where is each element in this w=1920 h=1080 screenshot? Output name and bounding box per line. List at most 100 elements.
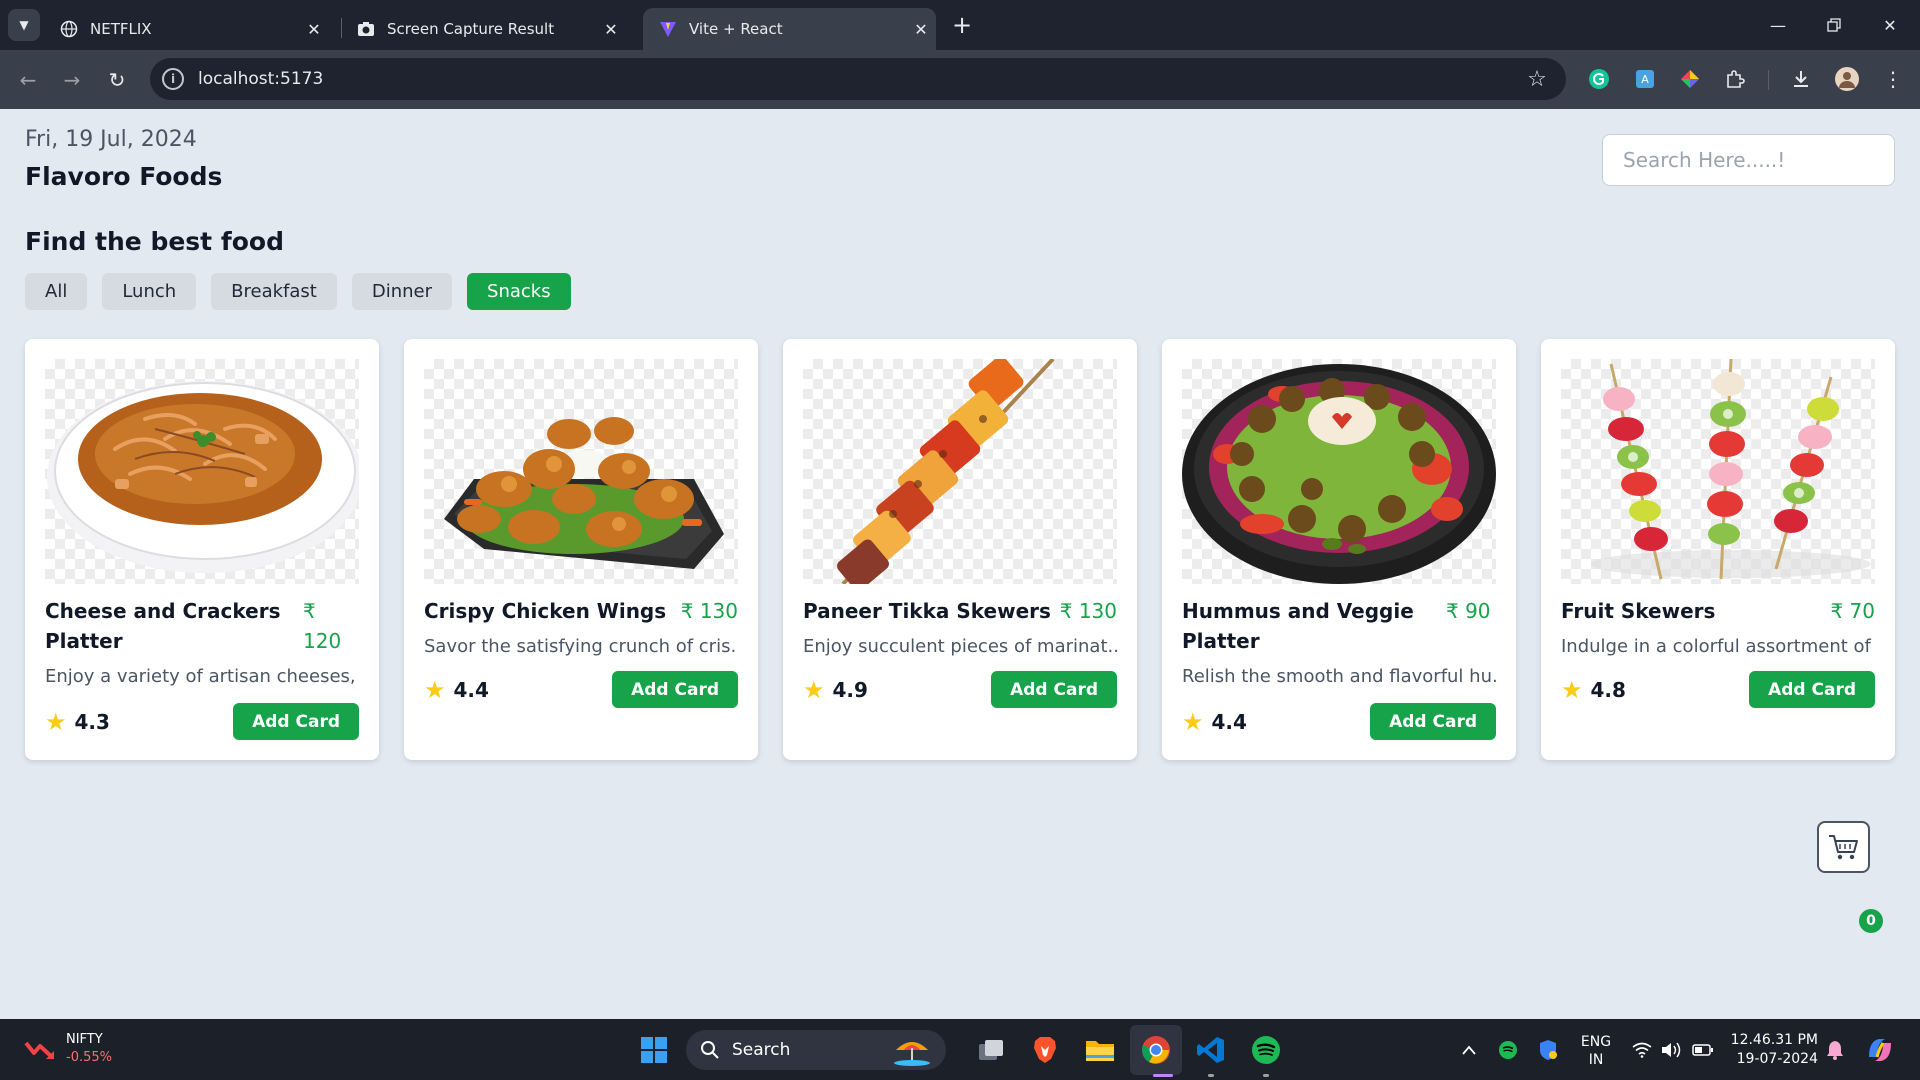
wifi-icon[interactable] xyxy=(1630,1019,1654,1080)
food-name: Hummus and Veggie Platter xyxy=(1182,599,1414,653)
windows-start-icon[interactable] xyxy=(637,1033,671,1067)
clock-date: 19-07-2024 xyxy=(1736,1051,1818,1067)
search-input[interactable] xyxy=(1602,134,1895,186)
star-icon: ★ xyxy=(1182,707,1204,736)
toolbar-divider xyxy=(1768,70,1769,90)
category-filters: All Lunch Breakfast Dinner Snacks xyxy=(25,273,571,310)
bookmark-star-icon[interactable]: ☆ xyxy=(1522,67,1552,92)
volume-icon[interactable] xyxy=(1660,1019,1684,1080)
spotify-icon[interactable] xyxy=(1249,1033,1283,1067)
brave-browser-icon[interactable] xyxy=(1028,1033,1062,1067)
taskbar-search-label: Search xyxy=(732,1040,791,1060)
close-icon[interactable]: ✕ xyxy=(596,20,626,39)
reload-icon[interactable]: ↻ xyxy=(101,64,133,96)
battery-icon[interactable] xyxy=(1690,1019,1716,1080)
tab-screen-capture[interactable]: Screen Capture Result ✕ xyxy=(341,8,626,50)
add-to-cart-button[interactable]: Add Card xyxy=(1370,703,1496,740)
food-price: ₹ 70 xyxy=(1830,599,1875,623)
translate-extension-icon[interactable]: A xyxy=(1632,66,1658,92)
beach-umbrella-icon xyxy=(894,1042,930,1066)
add-to-cart-button[interactable]: Add Card xyxy=(233,703,359,740)
filter-breakfast[interactable]: Breakfast xyxy=(211,273,337,310)
notification-bell-icon[interactable] xyxy=(1822,1019,1848,1080)
active-app-indicator xyxy=(1153,1074,1173,1077)
language-indicator[interactable]: ENG IN xyxy=(1578,1033,1614,1069)
shopping-cart-icon xyxy=(1828,835,1858,860)
window-close-icon[interactable]: ✕ xyxy=(1862,0,1918,50)
url-text[interactable]: localhost:5173 xyxy=(198,69,1522,89)
back-arrow-icon[interactable]: ← xyxy=(12,64,44,96)
close-icon[interactable]: ✕ xyxy=(299,20,329,39)
add-to-cart-button[interactable]: Add Card xyxy=(1749,671,1875,708)
food-name: Fruit Skewers xyxy=(1561,599,1716,623)
food-price: ₹ 130 xyxy=(1059,599,1117,623)
new-tab-plus-icon[interactable]: + xyxy=(947,10,977,40)
close-icon[interactable]: ✕ xyxy=(906,20,936,39)
clock-time: 12.46.31 PM xyxy=(1730,1032,1818,1048)
stock-down-icon xyxy=(24,1041,54,1059)
profile-avatar[interactable] xyxy=(1834,66,1860,92)
food-card: Cheese and Crackers Platter ₹ 120 Enjoy … xyxy=(25,339,379,760)
star-icon: ★ xyxy=(803,675,825,704)
running-app-indicator xyxy=(1208,1074,1214,1077)
file-explorer-icon[interactable] xyxy=(1083,1033,1117,1067)
food-rating: ★ 4.3 xyxy=(45,708,110,736)
globe-icon xyxy=(60,20,78,38)
food-image-soup-bowl xyxy=(45,359,359,584)
food-name: Paneer Tikka Skewers xyxy=(803,599,1051,623)
region-code: IN xyxy=(1588,1052,1604,1068)
food-card: Paneer Tikka Skewers ₹ 130 Enjoy succule… xyxy=(783,339,1137,760)
grammarly-icon[interactable] xyxy=(1586,66,1612,92)
food-description: Savor the satisfying crunch of cris... xyxy=(424,636,738,657)
food-rating: ★ 4.4 xyxy=(424,676,489,704)
tab-search-chevron-icon[interactable]: ▼ xyxy=(8,9,40,41)
kebab-menu-icon[interactable]: ⋮ xyxy=(1880,66,1906,92)
food-price: ₹ 90 xyxy=(1446,599,1491,623)
tray-chevron-up-icon[interactable] xyxy=(1458,1019,1480,1080)
taskbar-search[interactable]: Search xyxy=(686,1030,946,1070)
rating-value: 4.4 xyxy=(1211,709,1247,734)
download-icon[interactable] xyxy=(1788,66,1814,92)
food-card: Crispy Chicken Wings ₹ 130 Savor the sat… xyxy=(404,339,758,760)
stock-widget[interactable]: NIFTY -0.55% xyxy=(24,1031,112,1067)
chrome-icon[interactable] xyxy=(1139,1033,1173,1067)
tray-spotify-icon[interactable] xyxy=(1496,1019,1520,1080)
rating-value: 4.8 xyxy=(1590,677,1626,702)
copilot-icon[interactable] xyxy=(1862,1019,1898,1080)
tab-netflix[interactable]: NETFLIX ✕ xyxy=(44,8,329,50)
address-bar[interactable]: i localhost:5173 ☆ xyxy=(150,58,1566,100)
system-clock[interactable]: 12.46.31 PM 19-07-2024 xyxy=(1730,1031,1818,1069)
filter-dinner[interactable]: Dinner xyxy=(351,273,453,310)
tab-vite-react[interactable]: Vite + React ✕ xyxy=(643,8,936,50)
vscode-icon[interactable] xyxy=(1194,1033,1228,1067)
camera-icon xyxy=(357,20,375,38)
rating-value: 4.9 xyxy=(832,677,868,702)
star-icon: ★ xyxy=(45,707,67,736)
rating-value: 4.3 xyxy=(74,709,110,734)
tray-security-shield-icon[interactable] xyxy=(1536,1019,1560,1080)
minimize-icon[interactable]: — xyxy=(1750,0,1806,50)
color-picker-extension-icon[interactable] xyxy=(1677,66,1703,92)
star-icon: ★ xyxy=(424,675,446,704)
food-image-chicken-wings-platter xyxy=(424,359,738,584)
filter-lunch[interactable]: Lunch xyxy=(102,273,197,310)
filter-snacks[interactable]: Snacks xyxy=(467,273,571,310)
site-info-icon[interactable]: i xyxy=(162,68,184,90)
restore-icon[interactable] xyxy=(1806,0,1862,50)
stock-name: NIFTY xyxy=(66,1032,103,1047)
food-description: Enjoy succulent pieces of marinat... xyxy=(803,636,1117,657)
forward-arrow-icon[interactable]: → xyxy=(56,64,88,96)
filter-all[interactable]: All xyxy=(25,273,88,310)
task-view-icon[interactable] xyxy=(974,1033,1008,1067)
food-description: Indulge in a colorful assortment of ... xyxy=(1561,636,1875,657)
cart-button[interactable] xyxy=(1817,821,1870,873)
food-price: ₹ 130 xyxy=(680,599,738,623)
food-image-hummus-platter xyxy=(1182,359,1496,584)
add-to-cart-button[interactable]: Add Card xyxy=(991,671,1117,708)
tab-title: Vite + React xyxy=(689,20,783,38)
add-to-cart-button[interactable]: Add Card xyxy=(612,671,738,708)
extensions-puzzle-icon[interactable] xyxy=(1722,66,1748,92)
browser-toolbar: ← → ↻ i localhost:5173 ☆ A ⋮ xyxy=(0,50,1920,109)
food-image-paneer-skewer xyxy=(803,359,1117,584)
app-page: Fri, 19 Jul, 2024 Flavoro Foods Find the… xyxy=(0,109,1920,1019)
